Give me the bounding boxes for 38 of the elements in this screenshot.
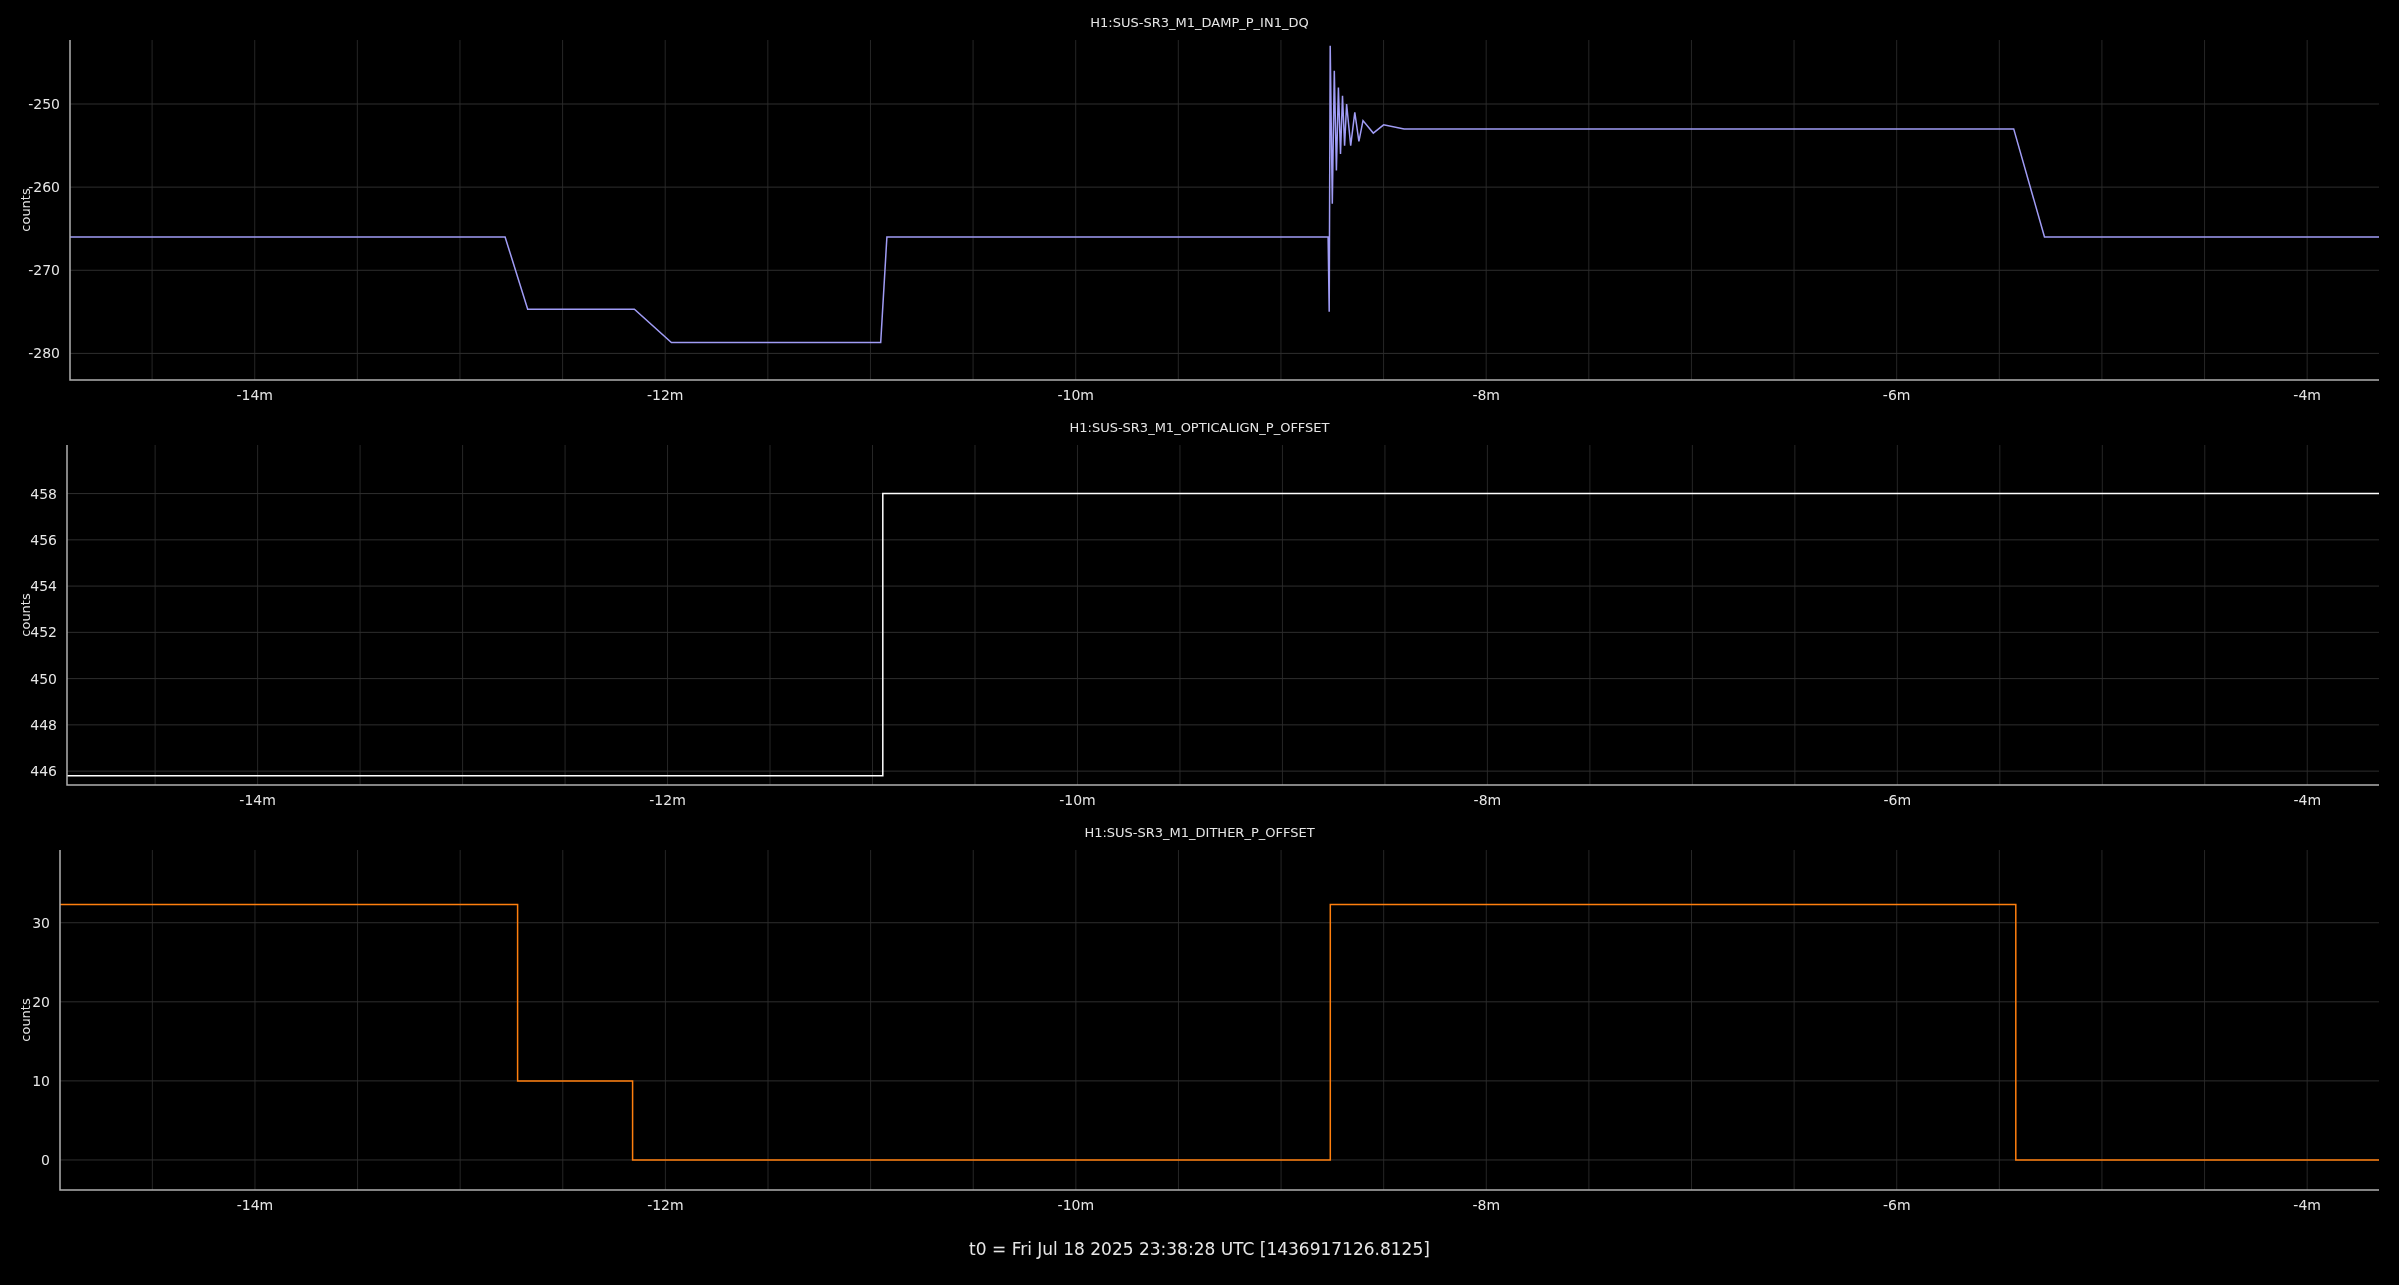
tick-label: 458 — [30, 485, 57, 502]
tick-label: -14m — [236, 1197, 274, 1213]
tick-label: -8m — [1472, 1197, 1501, 1213]
tick-label: 0 — [41, 1151, 50, 1168]
tick-label: 448 — [30, 716, 57, 733]
tick-label: -270 — [28, 262, 60, 279]
tick-label: -8m — [1473, 792, 1502, 808]
tick-label: -10m — [1057, 387, 1094, 403]
tick-label: -4m — [2293, 792, 2322, 808]
tick-label: -10m — [1059, 792, 1096, 808]
tick-label: -14m — [236, 387, 273, 403]
tick-label: -12m — [649, 792, 686, 808]
tick-label: -10m — [1057, 1197, 1095, 1213]
time-origin-text: t0 = Fri Jul 18 2025 23:38:28 UTC [1436917126.8125] — [969, 1238, 1430, 1262]
tick-label: -8m — [1472, 387, 1500, 403]
tick-label: -280 — [28, 345, 60, 362]
tick-label: -14m — [239, 792, 276, 808]
tick-label: 20 — [32, 993, 50, 1010]
tick-label: -12m — [646, 387, 684, 403]
tick-label: -250 — [28, 96, 60, 112]
tick-label: 450 — [30, 670, 57, 687]
tick-label: 446 — [30, 763, 57, 780]
tick-label: 10 — [32, 1072, 50, 1089]
chart-title: H1:SUS-SR3_M1_DITHER_P_OFFSET — [1084, 823, 1315, 842]
tick-label: 452 — [30, 624, 57, 641]
tick-label: 30 — [32, 914, 50, 931]
tick-label: -6m — [1882, 1197, 1911, 1213]
tick-label: -4m — [2293, 387, 2321, 403]
tick-label: -6m — [1883, 792, 1912, 808]
axis-label: counts — [18, 188, 33, 232]
tick-label: -6m — [1882, 387, 1911, 403]
tick-label: -4m — [2293, 1197, 2321, 1213]
tick-label: -12m — [647, 1197, 684, 1213]
chart-title: H1:SUS-SR3_M1_OPTICALIGN_P_OFFSET — [1069, 418, 1330, 437]
tick-label: 454 — [30, 578, 57, 595]
axis-label: counts — [18, 998, 33, 1042]
chart-title: H1:SUS-SR3_M1_DAMP_P_IN1_DQ — [1090, 13, 1309, 32]
tick-label: 456 — [30, 531, 57, 548]
